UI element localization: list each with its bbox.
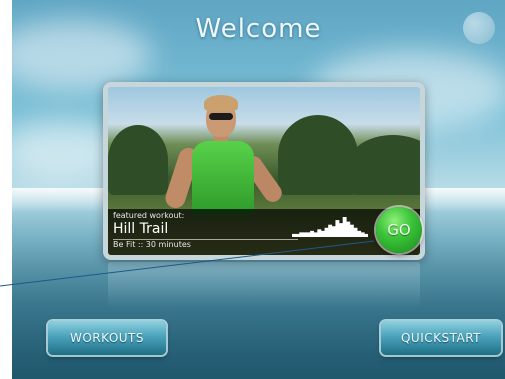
callout-line: [0, 240, 375, 287]
